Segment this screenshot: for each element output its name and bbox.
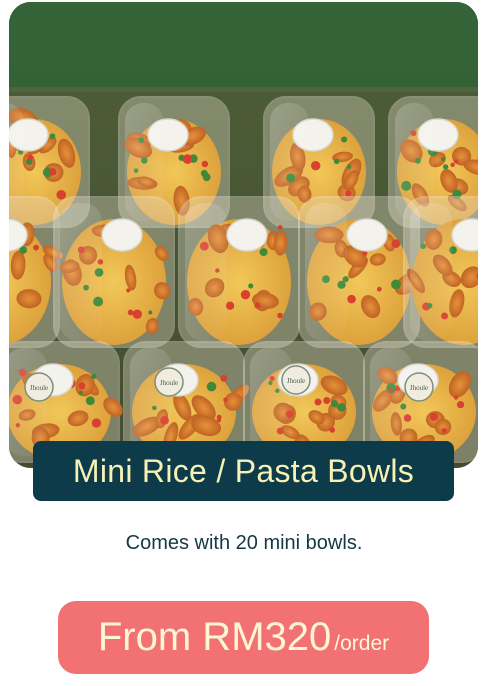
product-title: Mini Rice / Pasta Bowls [72,452,415,489]
title-banner: Mini Rice / Pasta Bowls [33,441,454,501]
price-label: From RM320 [97,615,332,659]
product-card: Jhoule Jhoule Jhoule Jhoule Mini Rice / Pas… [0,0,488,686]
product-photo: Jhoule Jhoule Jhoule Jhoule [9,2,478,468]
food-bowl [403,196,478,348]
price-button[interactable]: From RM320 /order [58,601,429,674]
brand-sticker-text: Jhoule [30,384,48,392]
price-unit: /order [334,632,390,655]
brand-sticker-text: Jhoule [410,384,428,392]
food-bowl [53,196,175,348]
brand-sticker-text: Jhoule [160,379,178,387]
product-description: Comes with 20 mini bowls. [125,532,363,554]
brand-sticker-text: Jhoule [287,377,305,385]
food-bowls-illustration: Jhoule Jhoule Jhoule Jhoule [9,2,478,468]
food-bowl [178,196,300,348]
